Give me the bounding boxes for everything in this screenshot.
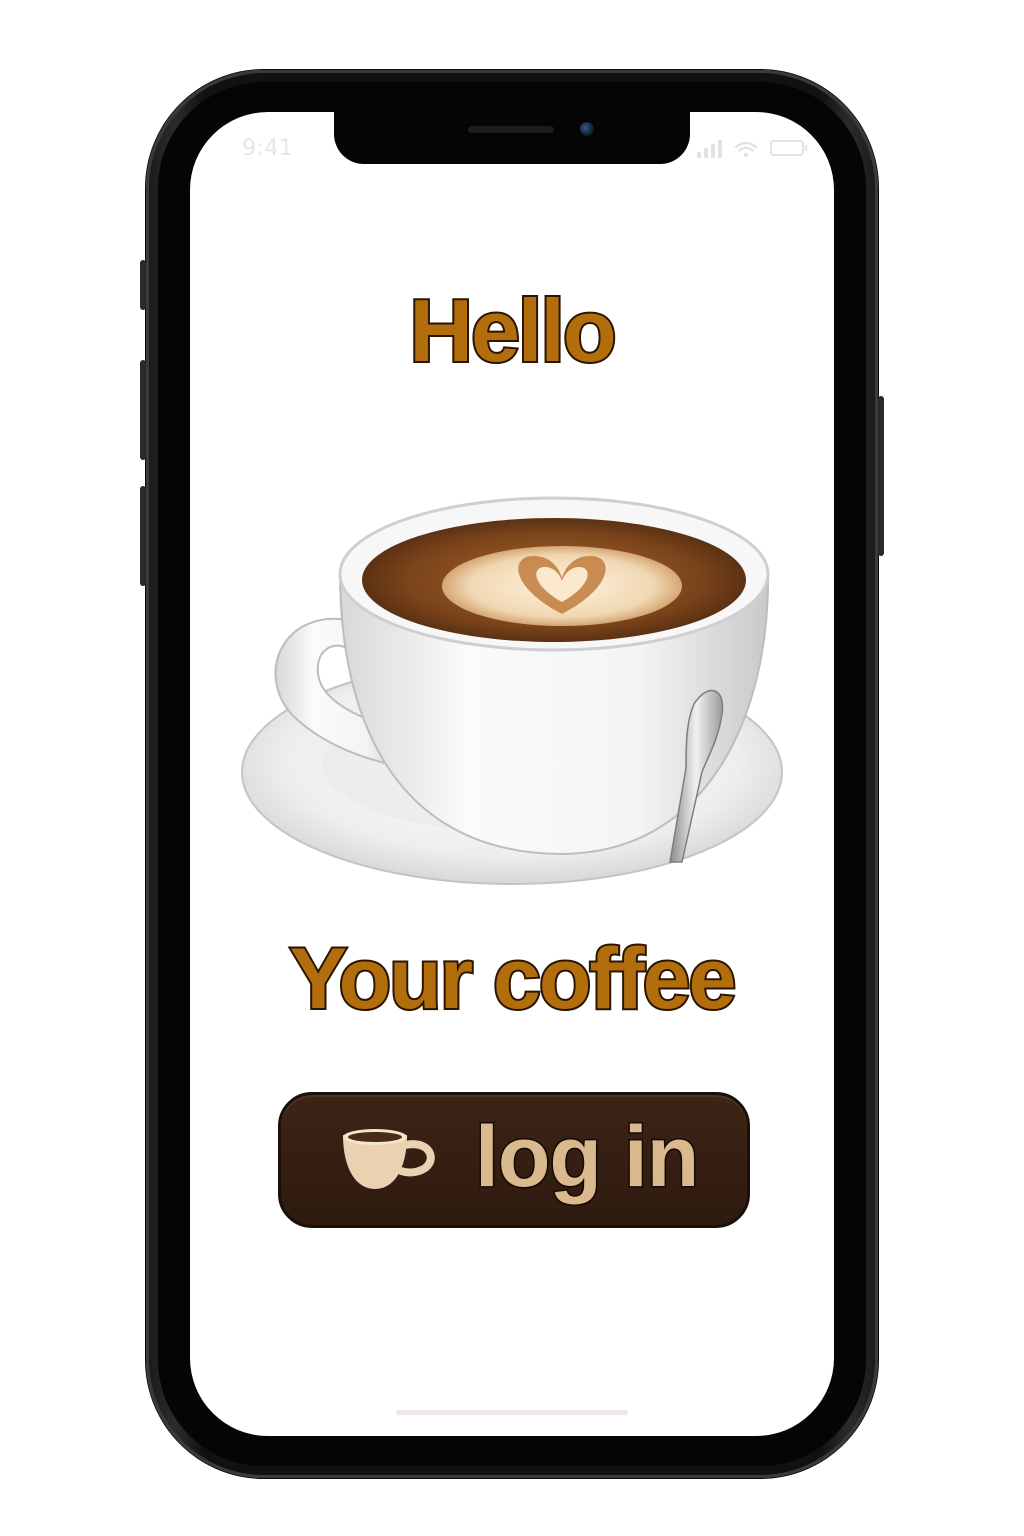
phone-frame: 9:41 Hello Your coffee log in [140,70,884,1478]
front-camera-icon [580,122,594,136]
speaker-grille [468,126,554,133]
cellular-signal-icon [697,140,722,158]
volume-down-button [140,486,146,586]
notch [334,112,690,164]
login-button[interactable]: log in [278,1092,750,1228]
home-indicator[interactable] [396,1410,628,1415]
power-button [878,396,884,556]
latte-cup-image [241,496,783,885]
coffee-cup-icon [343,1129,435,1189]
volume-up-button [140,360,146,460]
login-button-label: log in [473,1108,700,1207]
status-icons [697,140,807,158]
battery-icon [770,140,807,156]
subtitle: Your coffee [288,929,739,1029]
page: 9:41 Hello Your coffee log in [0,0,1024,1536]
page-title: Hello [407,279,618,382]
status-time: 9:41 [242,136,294,161]
wifi-icon [734,141,758,158]
screen: 9:41 Hello Your coffee log in [190,112,834,1436]
mute-switch [140,260,146,310]
